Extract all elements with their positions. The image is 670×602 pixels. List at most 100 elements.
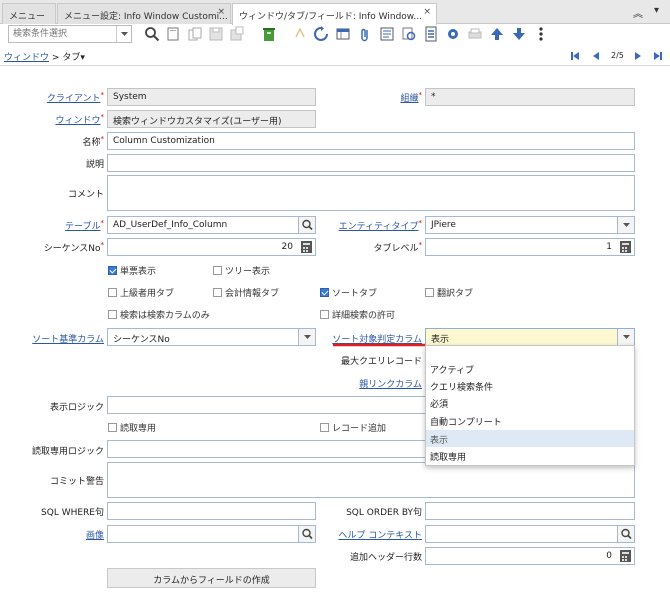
dropdown-option[interactable]: クエリ検索条件 [426,377,634,394]
gear-icon[interactable] [445,26,461,42]
sql-order-by-field[interactable] [425,502,635,520]
parent-link-column-label[interactable]: 親リンクカラム [359,377,422,390]
print-icon[interactable] [467,26,483,42]
tab-level-field[interactable]: 1 [425,238,635,256]
search-icon[interactable] [617,526,634,542]
translation-tab-checkbox[interactable]: 翻訳タブ [425,286,473,299]
max-query-records-label: 最大クエリレコード [340,357,422,367]
first-record-icon[interactable] [570,51,580,61]
org-label[interactable]: 組織* [400,91,422,104]
collapse-up-icon[interactable]: ︽ [633,5,643,20]
table-field[interactable]: AD_UserDef_Info_Column [107,216,316,234]
entity-type-label[interactable]: エンティティタイプ* [339,219,422,232]
close-icon[interactable]: × [217,7,225,17]
tab-level-value: 1 [606,242,612,252]
previous-record-icon[interactable] [591,51,601,61]
chat-icon[interactable] [379,26,395,42]
search-input[interactable] [9,26,113,42]
chevron-down-icon[interactable] [298,329,315,345]
chevron-down-icon[interactable]: ▾ [654,5,659,16]
tab-menu-settings[interactable]: メニュー設定: Info Window Customi... × [57,3,231,24]
last-record-icon[interactable] [653,51,663,61]
sort-yes-no-column-select[interactable]: 表示 [425,328,635,346]
sort-yes-no-column-dropdown: アクティブ クエリ検索条件 必須 自動コンプリート 表示 読取専用 [425,345,635,466]
calculator-icon[interactable] [298,239,315,255]
sort-column-label[interactable]: ソート基準カラム [32,332,104,345]
org-field: * [425,88,635,106]
header-rows-label: 追加ヘッダー行数 [349,553,422,563]
single-row-checkbox[interactable]: 単票表示 [108,264,156,277]
window-field: 検索ウィンドウカスタマイズ(ユーザー用) [107,110,316,128]
zoom-across-icon[interactable] [401,26,417,42]
tree-display-checkbox[interactable]: ツリー表示 [213,264,270,277]
calculator-icon[interactable] [617,239,634,255]
read-only-checkbox[interactable]: 読取専用 [108,421,156,434]
name-field[interactable]: Column Customization [107,132,635,150]
sort-tab-checkbox[interactable]: ソートタブ [320,286,377,299]
refresh-icon[interactable] [313,26,329,42]
image-label[interactable]: 画像 [86,528,104,541]
calculator-icon[interactable] [617,548,634,564]
save-new-icon[interactable] [229,26,245,42]
search-columns-only-checkbox[interactable]: 検索は検索カラムのみ [108,308,210,321]
new-record-icon[interactable] [165,26,181,42]
delete-icon[interactable] [261,26,277,42]
close-icon[interactable]: × [423,7,431,17]
chevron-down-icon[interactable] [617,329,634,345]
header-rows-field[interactable]: 0 [425,547,635,565]
caret-down-icon[interactable]: ▾ [80,53,85,63]
search-icon[interactable] [144,26,160,42]
description-field[interactable] [107,154,635,172]
help-context-field[interactable] [425,525,635,543]
tab-label: ウィンドウ/タブ/フィールド: Info Window... [239,12,422,22]
comment-textarea[interactable] [107,175,635,211]
chevron-down-icon[interactable] [617,217,634,233]
save-icon[interactable] [208,26,224,42]
client-label[interactable]: クライアント* [47,91,104,104]
breadcrumb-tab[interactable]: タブ [62,53,80,63]
commit-warning-label: コミット警告 [49,477,104,487]
sort-column-value: シーケンスNo [113,335,170,345]
image-field[interactable] [107,525,316,543]
table-label[interactable]: テーブル* [65,219,104,232]
dropdown-option[interactable]: アクティブ [426,360,634,377]
commit-warning-textarea[interactable] [107,462,635,498]
breadcrumb: ウィンドウ > タブ▾ [4,50,85,63]
dropdown-option[interactable]: 必須 [426,394,634,411]
search-query-combobox[interactable] [8,25,132,43]
accounting-tab-checkbox[interactable]: 会計情報タブ [213,286,279,299]
window-label[interactable]: ウィンドウ* [55,113,104,126]
dropdown-option[interactable]: 読取専用 [426,447,634,464]
red-underline-annotation [333,343,425,347]
allow-advanced-search-checkbox[interactable]: 詳細検索の許可 [320,308,395,321]
help-context-label[interactable]: ヘルプ コンテキスト [338,528,422,541]
entity-type-select[interactable]: JPiere [425,216,635,234]
sequence-field[interactable]: 20 [107,238,316,256]
create-fields-button[interactable]: カラムからフィールドの作成 [107,568,316,588]
arrow-down-icon[interactable] [511,26,527,42]
attachment-icon[interactable] [357,26,373,42]
tab-label: メニュー設定: Info Window Customi... [64,12,228,22]
tab-window-tab-field[interactable]: ウィンドウ/タブ/フィールド: Info Window... × [232,3,437,25]
dropdown-option-selected[interactable]: 表示 [426,430,634,447]
insert-record-checkbox[interactable]: レコード追加 [320,421,386,434]
copy-icon[interactable] [187,26,203,42]
sql-where-label: SQL WHERE句 [41,508,104,518]
sort-column-select[interactable]: シーケンスNo [107,328,316,346]
search-icon[interactable] [298,526,315,542]
report-icon[interactable] [423,26,439,42]
breadcrumb-bar: ウィンドウ > タブ▾ 2/5 [0,46,670,66]
advanced-tab-checkbox[interactable]: 上級者用タブ [108,286,174,299]
more-menu-icon[interactable] [533,26,549,42]
dropdown-option[interactable]: 自動コンプリート [426,412,634,429]
breadcrumb-window-link[interactable]: ウィンドウ [4,53,49,63]
search-icon[interactable] [298,217,315,233]
sql-where-field[interactable] [107,502,316,520]
next-record-icon[interactable] [633,51,643,61]
tab-menu[interactable]: メニュー [2,3,56,24]
breadcrumb-separator: > [51,53,60,63]
chevron-down-icon[interactable] [116,26,131,42]
grid-toggle-icon[interactable] [335,26,351,42]
undo-icon[interactable] [292,26,308,42]
arrow-up-icon[interactable] [489,26,505,42]
